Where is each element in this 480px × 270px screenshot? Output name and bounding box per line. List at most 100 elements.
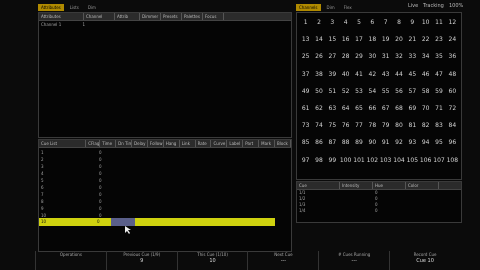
tab-dim-right[interactable]: Dim	[324, 4, 338, 11]
channel-cell[interactable]: 31	[379, 48, 392, 65]
col-rate[interactable]: Rate	[196, 140, 212, 147]
channel-cell[interactable]: 24	[446, 31, 459, 48]
channel-cell[interactable]: 13	[299, 31, 312, 48]
channel-cell[interactable]: 94	[419, 134, 432, 151]
channel-cell[interactable]: 44	[392, 66, 405, 83]
col-color[interactable]: Color	[406, 182, 439, 189]
cues-running-panel[interactable]: # Cues Running ---	[318, 251, 389, 270]
channel-cell[interactable]: 67	[379, 100, 392, 117]
col-cue-list[interactable]: Cue List	[39, 140, 87, 147]
cue-row[interactable]: 70	[41, 192, 102, 198]
col-channel[interactable]: Channel	[84, 13, 115, 20]
record-cue-panel[interactable]: Record Cue Cue 10	[389, 251, 460, 270]
channel-cell[interactable]: 103	[379, 152, 392, 169]
channel-cell[interactable]: 97	[299, 152, 312, 169]
channel-cell[interactable]: 104	[392, 152, 405, 169]
channel-cell[interactable]: 18	[366, 31, 379, 48]
col-cflag[interactable]: CFlag	[86, 140, 101, 147]
channel-cell[interactable]: 15	[326, 31, 339, 48]
channel-cell[interactable]: 10	[419, 14, 432, 31]
channel-cell[interactable]: 12	[446, 14, 459, 31]
col-follow[interactable]: Follow	[148, 140, 164, 147]
channel-cell[interactable]: 30	[366, 48, 379, 65]
cue-row[interactable]: 10	[41, 150, 102, 156]
channel-cell[interactable]: 23	[432, 31, 445, 48]
channel-cell[interactable]: 62	[312, 100, 325, 117]
channel-cell[interactable]: 70	[419, 100, 432, 117]
tab-channels[interactable]: Channels	[296, 4, 321, 11]
col-hang[interactable]: Hang	[164, 140, 180, 147]
channel-cell[interactable]: 33	[406, 48, 419, 65]
channel-cell[interactable]: 43	[379, 66, 392, 83]
channel-cell[interactable]: 87	[326, 134, 339, 151]
this-cue-panel[interactable]: This Cue (1/10) 10	[176, 251, 248, 270]
cue-row[interactable]: 30	[41, 164, 102, 170]
cue-row[interactable]: 90	[41, 206, 102, 212]
tab-lists[interactable]: Lists	[67, 4, 82, 11]
channel-cell[interactable]: 1	[299, 14, 312, 31]
operations-panel[interactable]: Operations	[35, 251, 106, 270]
channel-cell[interactable]: 50	[312, 83, 325, 100]
channel-cell[interactable]: 65	[352, 100, 365, 117]
channel-cell[interactable]: 51	[326, 83, 339, 100]
col-focus[interactable]: Focus	[203, 13, 224, 20]
channel-cell[interactable]: 4	[339, 14, 352, 31]
channel-cell[interactable]: 96	[446, 134, 459, 151]
channel-cell[interactable]: 83	[432, 117, 445, 134]
col-block[interactable]: Block	[275, 140, 291, 147]
channel-cell[interactable]: 98	[312, 152, 325, 169]
channel-cell[interactable]: 16	[339, 31, 352, 48]
channel-cell[interactable]: 56	[392, 83, 405, 100]
channel-cell[interactable]: 86	[312, 134, 325, 151]
channel-cell[interactable]: 46	[419, 66, 432, 83]
channel-cell[interactable]: 102	[366, 152, 379, 169]
channel-cell[interactable]: 61	[299, 100, 312, 117]
channel-cell[interactable]: 25	[299, 48, 312, 65]
channel-cell[interactable]: 59	[432, 83, 445, 100]
col-attributes[interactable]: Attributes	[39, 13, 84, 20]
previous-cue-panel[interactable]: Previous Cue (1/9) 9	[105, 251, 177, 270]
channel-cell[interactable]: 41	[352, 66, 365, 83]
channel-cell[interactable]: 85	[299, 134, 312, 151]
channel-cell[interactable]: 26	[312, 48, 325, 65]
col-link[interactable]: Link	[180, 140, 196, 147]
channel-cell[interactable]: 71	[432, 100, 445, 117]
col-cue[interactable]: Cue	[297, 182, 340, 189]
channel-cell[interactable]: 64	[339, 100, 352, 117]
channel-cell[interactable]: 73	[299, 117, 312, 134]
col-intensity[interactable]: Intensity	[340, 182, 373, 189]
channel-cell[interactable]: 48	[446, 66, 459, 83]
channel-cell[interactable]: 78	[366, 117, 379, 134]
channel-cell[interactable]: 91	[379, 134, 392, 151]
channel-cell[interactable]: 39	[326, 66, 339, 83]
tab-dim[interactable]: Dim	[85, 4, 99, 11]
channel-cell[interactable]: 29	[352, 48, 365, 65]
channel-cell[interactable]: 105	[406, 152, 419, 169]
channel-cell[interactable]: 40	[339, 66, 352, 83]
channel-cell[interactable]: 32	[392, 48, 405, 65]
channel-cell[interactable]: 81	[406, 117, 419, 134]
channel-cell[interactable]: 107	[432, 152, 445, 169]
channel-cell[interactable]: 84	[446, 117, 459, 134]
channel-cell[interactable]: 100	[339, 152, 352, 169]
channel-cell[interactable]: 37	[299, 66, 312, 83]
channel-cell[interactable]: 17	[352, 31, 365, 48]
detail-row[interactable]: 1/4 0	[299, 208, 378, 214]
channel-cell[interactable]: 57	[406, 83, 419, 100]
channel-cell[interactable]: 95	[432, 134, 445, 151]
channel-cell[interactable]: 19	[379, 31, 392, 48]
channel-cell[interactable]: 55	[379, 83, 392, 100]
channel-cell[interactable]: 90	[366, 134, 379, 151]
col-label[interactable]: Label	[227, 140, 244, 147]
channel-cell[interactable]: 54	[366, 83, 379, 100]
channel-cell[interactable]: 89	[352, 134, 365, 151]
col-dimmer[interactable]: Dimmer	[140, 13, 161, 20]
col-mark[interactable]: Mark	[259, 140, 276, 147]
channel-cell[interactable]: 45	[406, 66, 419, 83]
next-cue-panel[interactable]: Next Cue ---	[247, 251, 318, 270]
cue-row[interactable]: 40	[41, 171, 102, 177]
col-attrib[interactable]: Attrib	[115, 13, 140, 20]
channel-cell[interactable]: 92	[392, 134, 405, 151]
channel-cell[interactable]: 77	[352, 117, 365, 134]
cell-cursor[interactable]	[111, 218, 135, 226]
